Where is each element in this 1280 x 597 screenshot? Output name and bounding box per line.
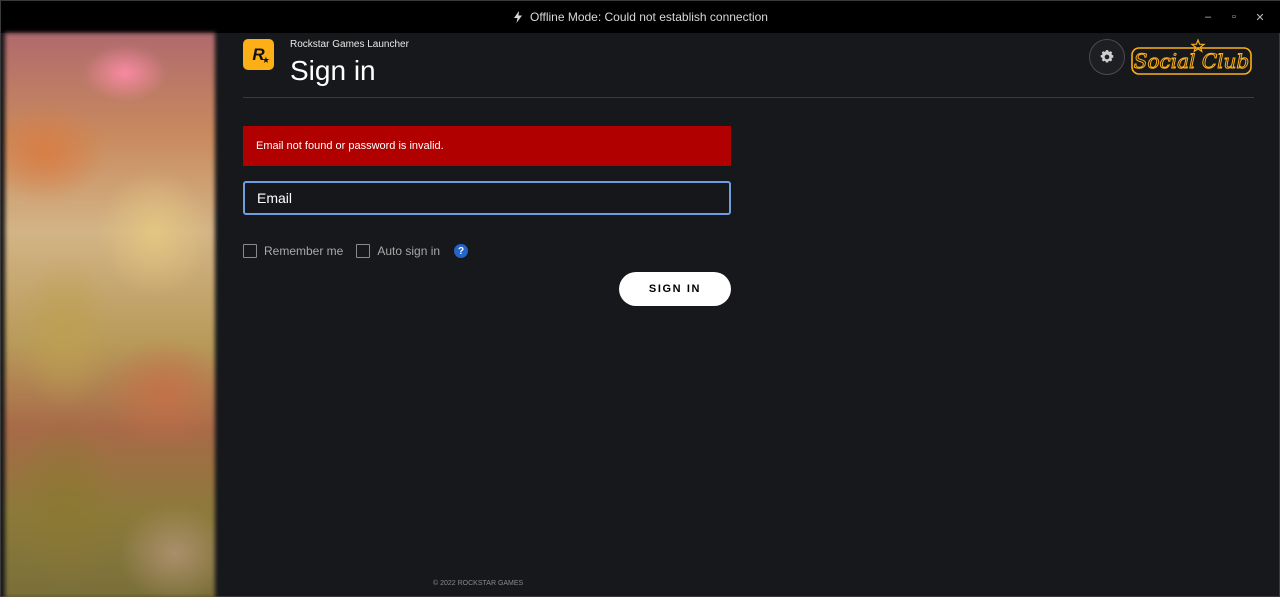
gear-icon: [1100, 50, 1114, 63]
copyright-footer: © 2022 ROCKSTAR GAMES: [433, 580, 524, 587]
auto-sign-in-checkbox[interactable]: [356, 244, 371, 258]
page-title: Sign in: [290, 55, 376, 86]
maximize-icon[interactable]: ▫: [1221, 1, 1247, 33]
error-banner: Email not found or password is invalid.: [243, 126, 731, 166]
sign-in-panel: R ★ Rockstar Games Launcher Sign in Soci…: [243, 33, 1254, 597]
email-field[interactable]: [243, 181, 731, 215]
svg-text:Social Club: Social Club: [1134, 49, 1249, 73]
email-input[interactable]: [257, 190, 729, 206]
remember-me-option[interactable]: Remember me: [243, 244, 343, 258]
social-club-logo: Social Club: [1129, 38, 1254, 76]
sign-in-options: Remember me Auto sign in ?: [243, 243, 469, 259]
remember-me-label: Remember me: [264, 244, 344, 258]
rockstar-logo-icon: R ★: [243, 39, 274, 70]
settings-button[interactable]: [1089, 39, 1125, 75]
window-controls: – ▫ ✕: [1195, 1, 1273, 33]
minimize-icon[interactable]: –: [1195, 1, 1221, 33]
auto-sign-in-option[interactable]: Auto sign in: [356, 244, 440, 258]
auto-sign-in-label: Auto sign in: [377, 244, 441, 258]
side-artwork: [5, 33, 215, 597]
header: R ★ Rockstar Games Launcher Sign in Soci…: [243, 33, 1254, 98]
title-bar: Offline Mode: Could not establish connec…: [1, 1, 1280, 33]
error-message: Email not found or password is invalid.: [256, 140, 444, 152]
help-icon[interactable]: ?: [454, 244, 469, 258]
app-name: Rockstar Games Launcher: [290, 39, 409, 50]
offline-status-text: Offline Mode: Could not establish connec…: [530, 10, 768, 24]
close-icon[interactable]: ✕: [1247, 1, 1273, 33]
logo-star-icon: ★: [261, 55, 270, 65]
remember-me-checkbox[interactable]: [243, 244, 257, 258]
sign-in-button[interactable]: SIGN IN: [619, 272, 731, 306]
launcher-window: Offline Mode: Could not establish connec…: [0, 0, 1280, 597]
lightning-bolt-icon: [514, 11, 523, 23]
